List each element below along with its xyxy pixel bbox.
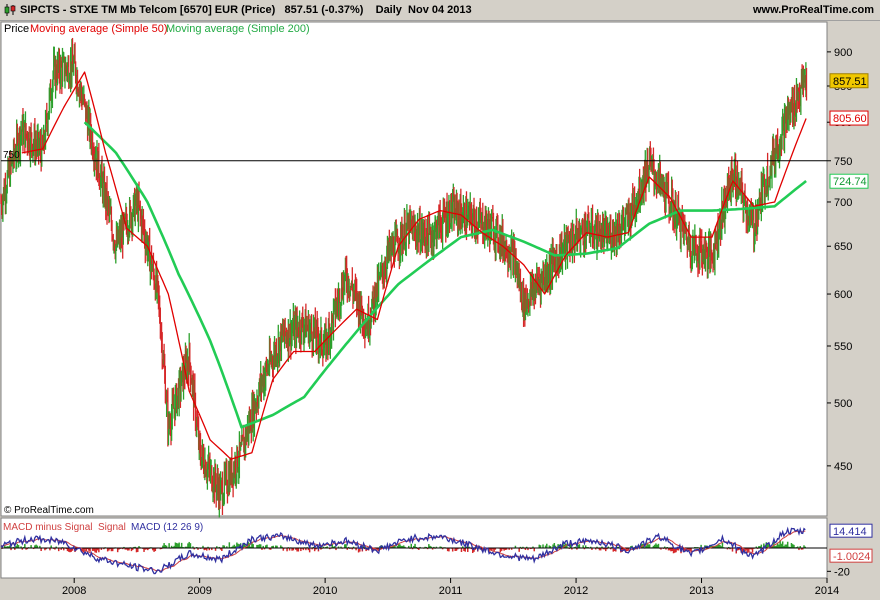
y-tick-label: 650: [834, 241, 852, 253]
ma50-badge-text: 805.60: [833, 113, 867, 125]
candlestick-icon: [4, 4, 16, 16]
ma200-badge-text: 724.74: [833, 176, 867, 188]
signal-badge-text: -1.0024: [833, 551, 870, 563]
y-tick-label: 500: [834, 398, 852, 410]
period: Daily: [375, 4, 402, 16]
macd-legend-signal: Signal: [98, 522, 126, 533]
chart-title: SIPCTS - STXE TM Mb Telcom [6570] EUR (P…: [20, 4, 472, 16]
legend-ma200: Moving average (Simple 200): [166, 23, 310, 35]
symbol: SIPCTS: [20, 4, 60, 16]
y-tick-label: 600: [834, 289, 852, 301]
x-tick-label: 2008: [62, 585, 86, 597]
price-change: (-0.37%): [321, 4, 364, 16]
y-tick-label: 550: [834, 341, 852, 353]
macd-legend-macd: MACD (12 26 9): [131, 522, 203, 533]
macd-y-tick-label: -20: [834, 566, 850, 578]
legend-price: Price: [4, 23, 29, 35]
chart-area: 750 450500550600650700750800850900 -2014…: [0, 21, 873, 597]
time-axis: 2008 2009 2010 2011 2012 2013 2014: [62, 578, 839, 597]
y-tick-label: 750: [834, 156, 852, 168]
macd-legend-hist: MACD minus Signal: [3, 522, 92, 533]
x-tick-label: 2009: [187, 585, 211, 597]
copyright: © ProRealTime.com: [4, 505, 94, 516]
x-tick-label: 2011: [439, 585, 463, 597]
legend-ma50: Moving average (Simple 50): [30, 23, 168, 35]
x-tick-label: 2014: [815, 585, 839, 597]
title-bar: SIPCTS - STXE TM Mb Telcom [6570] EUR (P…: [0, 0, 880, 21]
y-tick-label: 450: [834, 461, 852, 473]
quote-date: Nov 04 2013: [408, 4, 472, 16]
macd-badge-text: 14.414: [833, 526, 867, 538]
x-tick-label: 2012: [564, 585, 588, 597]
level-line-label: 750: [3, 150, 20, 161]
last-price-badge-text: 857.51: [833, 76, 867, 88]
price-panel: [0, 21, 828, 517]
instrument-name: STXE TM Mb Telcom [6570] EUR (Price): [69, 4, 276, 16]
y-tick-label: 900: [834, 47, 852, 59]
last-price: 857.51: [284, 4, 319, 16]
x-tick-label: 2010: [313, 585, 337, 597]
x-tick-label: 2013: [689, 585, 713, 597]
website-link[interactable]: www.ProRealTime.com: [753, 4, 874, 16]
y-tick-label: 700: [834, 197, 852, 209]
